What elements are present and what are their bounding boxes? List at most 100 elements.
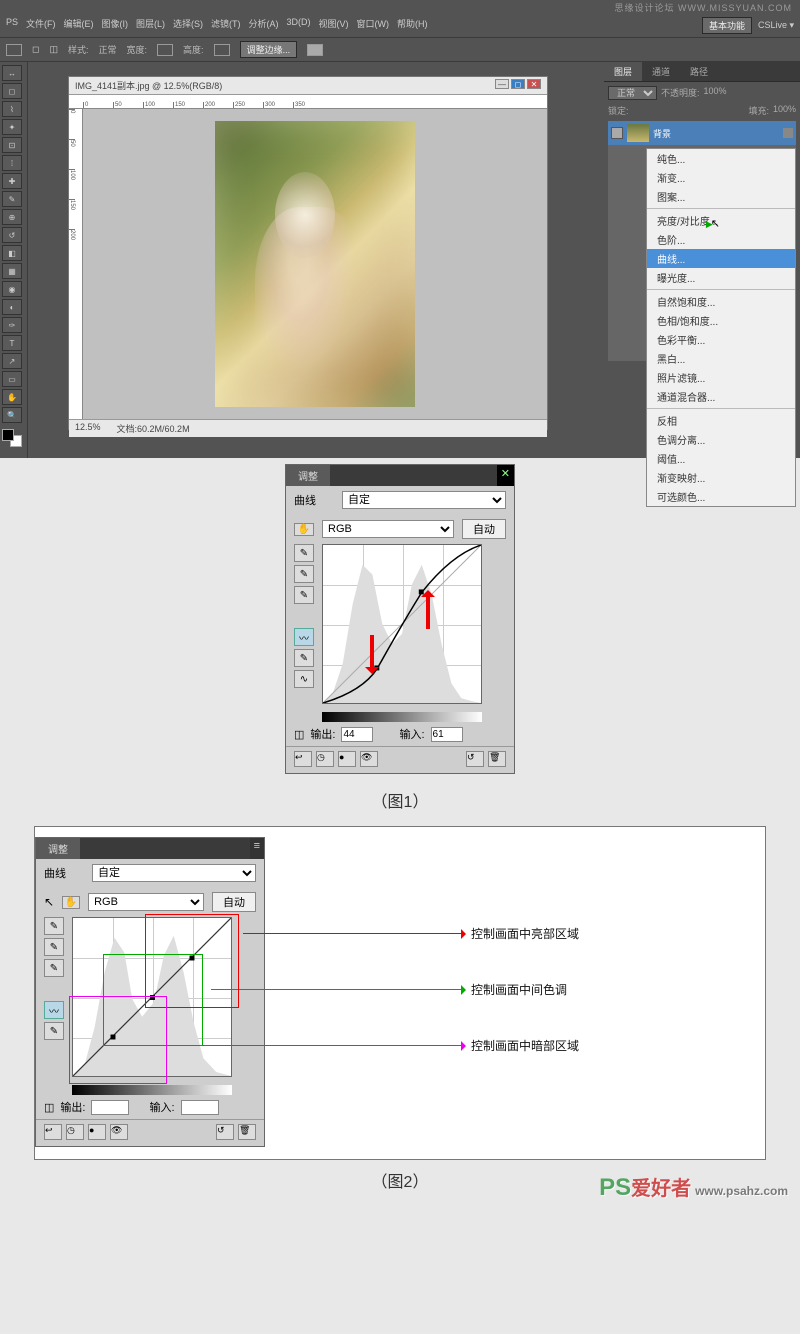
tab-paths[interactable]: 路径	[680, 62, 718, 81]
menu-posterize[interactable]: 色调分离...	[647, 430, 795, 449]
menu-3d[interactable]: 3D(D)	[287, 17, 311, 34]
curve-graph-2[interactable]	[72, 917, 232, 1077]
app-icon[interactable]: PS	[6, 17, 18, 34]
wand-tool-icon[interactable]: ✦	[2, 119, 22, 135]
workspace-button[interactable]: 基本功能	[702, 17, 752, 34]
menu-exposure[interactable]: 曝光度...	[647, 268, 795, 287]
menu-gradient-map[interactable]: 渐变映射...	[647, 468, 795, 487]
style-value[interactable]: 正常	[99, 43, 117, 56]
maximize-button[interactable]: ◻	[511, 79, 525, 89]
canvas[interactable]	[83, 109, 547, 419]
menu-photo-filter[interactable]: 照片滤镜...	[647, 368, 795, 387]
delete-icon-2[interactable]: 🗑	[238, 1124, 256, 1140]
delete-icon[interactable]: 🗑	[488, 751, 506, 767]
curve-draw-tool-icon[interactable]: ✎	[294, 649, 314, 667]
menu-bw[interactable]: 黑白...	[647, 349, 795, 368]
blur-tool-icon[interactable]: ◉	[2, 281, 22, 297]
curve-point-tool-icon-2[interactable]: 〰	[44, 1001, 64, 1019]
curves-tab-title[interactable]: 调整	[286, 465, 330, 486]
preset-select-2[interactable]: 自定	[92, 864, 256, 882]
menu-curves[interactable]: 曲线...	[647, 249, 795, 268]
zoom-display[interactable]: 12.5%	[75, 422, 101, 435]
view-icon[interactable]: 👁	[360, 751, 378, 767]
option-swatch[interactable]	[307, 44, 323, 56]
eyedropper-gray-icon[interactable]: ✎	[294, 565, 314, 583]
curve-point-tool-icon[interactable]: 〰	[294, 628, 314, 646]
marquee-tool-icon[interactable]: ◻	[2, 83, 22, 99]
move-tool-icon[interactable]: ↔	[2, 65, 22, 81]
stamp-tool-icon[interactable]: ⊕	[2, 209, 22, 225]
hand-tool-icon-2[interactable]: ✋	[62, 896, 80, 909]
menu-window[interactable]: 窗口(W)	[357, 17, 390, 34]
tab-channels[interactable]: 通道	[642, 62, 680, 81]
adj-layer-icon-2[interactable]: ↩	[44, 1124, 62, 1140]
curve-draw-tool-icon-2[interactable]: ✎	[44, 1022, 64, 1040]
channel-select[interactable]: RGB	[322, 520, 454, 538]
menu-file[interactable]: 文件(F)	[26, 17, 56, 34]
layer-item-background[interactable]: 背景	[608, 121, 796, 145]
menu-solid-color[interactable]: 纯色...	[647, 149, 795, 168]
hand-tool-icon[interactable]: ✋	[2, 389, 22, 405]
cslive-button[interactable]: CSLive ▾	[758, 20, 794, 31]
gradient-bar-horizontal[interactable]	[322, 712, 482, 722]
fill-value[interactable]: 100%	[773, 104, 796, 117]
height-field[interactable]	[214, 44, 230, 56]
menu-gradient[interactable]: 渐变...	[647, 168, 795, 187]
brush-tool-icon[interactable]: ✎	[2, 191, 22, 207]
output-field-2[interactable]	[91, 1100, 129, 1115]
minimize-button[interactable]: —	[495, 79, 509, 89]
gradient-bar-horizontal-2[interactable]	[72, 1085, 232, 1095]
eraser-tool-icon[interactable]: ◧	[2, 245, 22, 261]
blend-mode-select[interactable]: 正常	[608, 86, 657, 100]
menu-select[interactable]: 选择(S)	[173, 17, 203, 34]
marquee-icon[interactable]	[6, 44, 22, 56]
panel-close-icon[interactable]: ✕	[497, 465, 514, 486]
close-button[interactable]: ✕	[527, 79, 541, 89]
menu-analysis[interactable]: 分析(A)	[249, 17, 279, 34]
reset-icon-2[interactable]: ↺	[216, 1124, 234, 1140]
eyedropper-black-icon-2[interactable]: ✎	[44, 917, 64, 935]
refine-edge-button[interactable]: 调整边缘...	[240, 41, 298, 58]
ruler-horizontal[interactable]: 050100150200250300350	[69, 95, 547, 109]
menu-levels[interactable]: 色阶...	[647, 230, 795, 249]
menu-brightness[interactable]: 亮度/对比度...	[647, 211, 795, 230]
eyedropper-tool-icon[interactable]: ⁞	[2, 155, 22, 171]
channel-select-2[interactable]: RGB	[88, 893, 204, 911]
gradient-tool-icon[interactable]: ▦	[2, 263, 22, 279]
curve-smooth-icon[interactable]: ∿	[294, 670, 314, 688]
eyedropper-white-icon-2[interactable]: ✎	[44, 959, 64, 977]
color-swatch[interactable]	[2, 429, 22, 447]
menu-image[interactable]: 图像(I)	[102, 17, 129, 34]
menu-color-balance[interactable]: 色彩平衡...	[647, 330, 795, 349]
menu-filter[interactable]: 滤镜(T)	[211, 17, 241, 34]
ruler-vertical[interactable]: 050100150200	[69, 109, 83, 419]
eyedropper-gray-icon-2[interactable]: ✎	[44, 938, 64, 956]
opacity-value[interactable]: 100%	[704, 86, 727, 100]
menu-help[interactable]: 帮助(H)	[397, 17, 428, 34]
eyedropper-white-icon[interactable]: ✎	[294, 586, 314, 604]
view-icon-2[interactable]: 👁	[110, 1124, 128, 1140]
curve-graph[interactable]	[322, 544, 482, 704]
menu-vibrance[interactable]: 自然饱和度...	[647, 292, 795, 311]
reset-icon[interactable]: ↺	[466, 751, 484, 767]
histogram-icon-2[interactable]: ◫	[44, 1101, 54, 1114]
tab-layers[interactable]: 图层	[604, 62, 642, 81]
auto-button-2[interactable]: 自动	[212, 892, 256, 912]
auto-button[interactable]: 自动	[462, 519, 506, 539]
input-field-2[interactable]	[181, 1100, 219, 1115]
zoom-tool-icon[interactable]: 🔍	[2, 407, 22, 423]
menu-threshold[interactable]: 阈值...	[647, 449, 795, 468]
menu-edit[interactable]: 编辑(E)	[64, 17, 94, 34]
heal-tool-icon[interactable]: ✚	[2, 173, 22, 189]
add-sel-icon[interactable]: ◫	[49, 44, 58, 55]
new-sel-icon[interactable]: ◻	[32, 44, 39, 55]
histogram-icon[interactable]: ◫	[294, 728, 304, 741]
adj-layer-icon[interactable]: ↩	[294, 751, 312, 767]
dodge-tool-icon[interactable]: ◐	[2, 299, 22, 315]
eyedropper-black-icon[interactable]: ✎	[294, 544, 314, 562]
width-field[interactable]	[157, 44, 173, 56]
menu-invert[interactable]: 反相	[647, 411, 795, 430]
new-adj-icon[interactable]: ◷	[316, 751, 334, 767]
menu-pattern[interactable]: 图案...	[647, 187, 795, 206]
menu-view[interactable]: 视图(V)	[319, 17, 349, 34]
